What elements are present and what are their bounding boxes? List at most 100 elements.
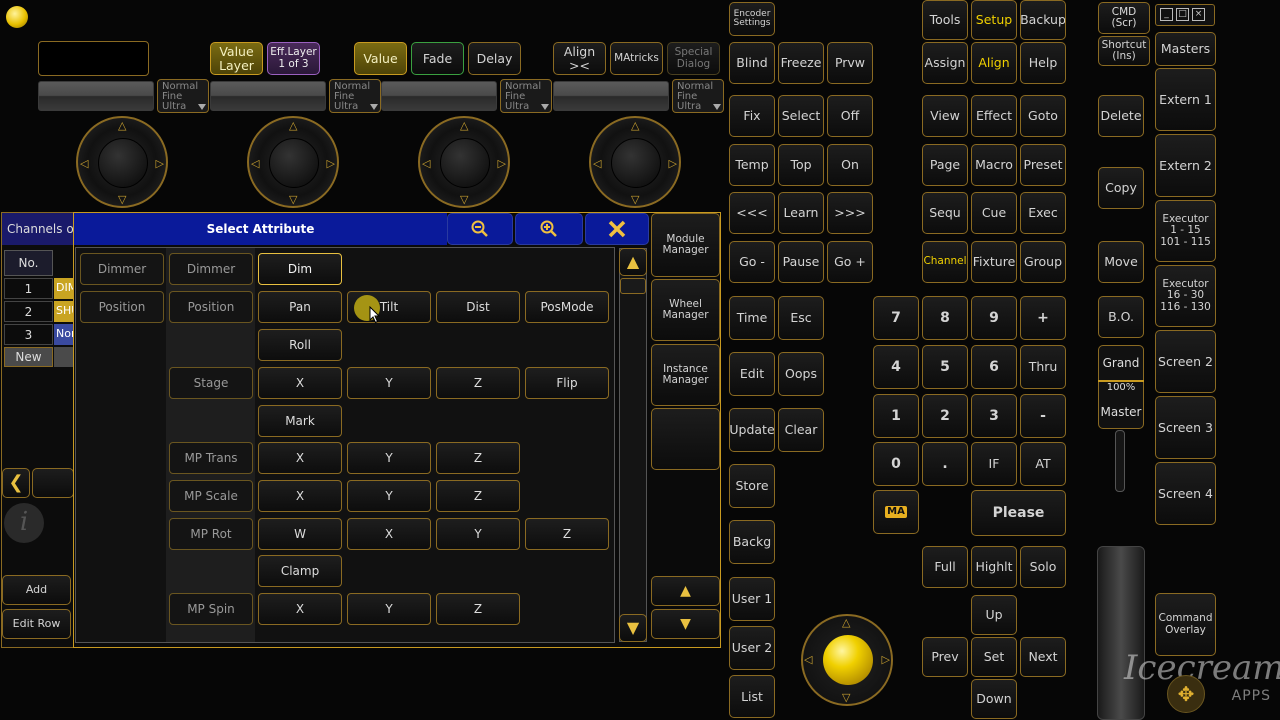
zoom-out-button[interactable]: [447, 213, 513, 245]
backg-key[interactable]: Backg: [729, 520, 775, 564]
blind-key[interactable]: Blind: [729, 42, 775, 84]
attribute-dist[interactable]: Dist: [436, 291, 520, 323]
on-key[interactable]: On: [827, 144, 873, 186]
feature-dimmer[interactable]: Dimmer: [169, 253, 253, 285]
page-key[interactable]: Page: [922, 144, 968, 186]
command-overlay-button[interactable]: Command Overlay: [1155, 593, 1216, 656]
key-9[interactable]: 9: [971, 296, 1017, 340]
attribute-stage-z[interactable]: Z: [436, 367, 520, 399]
value-button[interactable]: Value: [354, 42, 407, 75]
attribute-dim[interactable]: Dim: [258, 253, 342, 285]
attribute-stage-x[interactable]: X: [258, 367, 342, 399]
prev-page-key[interactable]: <<<: [729, 192, 775, 234]
feature-position[interactable]: Position: [169, 291, 253, 323]
encoder-fader-4[interactable]: [553, 81, 669, 111]
encoder-3[interactable]: △ ▽ ◁ ▷: [418, 116, 510, 208]
delay-button[interactable]: Delay: [468, 42, 521, 75]
dot-key[interactable]: .: [922, 442, 968, 486]
channel-key[interactable]: Channel: [922, 241, 968, 283]
off-key[interactable]: Off: [827, 95, 873, 137]
side-blank-button[interactable]: [651, 408, 720, 470]
up-key[interactable]: Up: [971, 595, 1017, 635]
matricks-button[interactable]: MAtricks: [610, 42, 663, 75]
special-dialog-button[interactable]: Special Dialog: [667, 42, 720, 75]
cue-key[interactable]: Cue: [971, 192, 1017, 234]
new-row-button[interactable]: New: [4, 347, 53, 367]
table-row[interactable]: 3 Non: [4, 324, 74, 346]
minus-key[interactable]: -: [1020, 394, 1066, 438]
top-key[interactable]: Top: [778, 144, 824, 186]
backup-key[interactable]: Backup: [1020, 0, 1066, 40]
resolution-mode-2[interactable]: Normal Fine Ultra: [329, 79, 381, 113]
attribute-mp-trans-x[interactable]: X: [258, 442, 342, 474]
attribute-posmode[interactable]: PosMode: [525, 291, 609, 323]
delete-button[interactable]: Delete: [1098, 95, 1144, 137]
add-button[interactable]: Add: [2, 575, 71, 605]
info-icon[interactable]: i: [4, 503, 44, 543]
key-8[interactable]: 8: [922, 296, 968, 340]
page-up-button[interactable]: ▲: [651, 576, 720, 606]
user2-key[interactable]: User 2: [729, 626, 775, 670]
feature-group-position[interactable]: Position: [80, 291, 164, 323]
store-key[interactable]: Store: [729, 464, 775, 508]
prvw-key[interactable]: Prvw: [827, 42, 873, 84]
module-manager-button[interactable]: Module Manager: [651, 213, 720, 277]
align-encoder-button[interactable]: Align ><: [553, 42, 606, 75]
encoder-4[interactable]: △ ▽ ◁ ▷: [589, 116, 681, 208]
attribute-flip[interactable]: Flip: [525, 367, 609, 399]
attribute-mp-rot-x[interactable]: X: [347, 518, 431, 550]
encoder-settings-button[interactable]: Encoder Settings: [729, 2, 775, 36]
dialog-scrollbar[interactable]: [619, 248, 647, 642]
next-key[interactable]: Next: [1020, 637, 1066, 677]
trackball[interactable]: △ ▽ ◁ ▷: [801, 614, 893, 706]
fix-key[interactable]: Fix: [729, 95, 775, 137]
close-window-icon[interactable]: ×: [1192, 8, 1205, 21]
attribute-clamp[interactable]: Clamp: [258, 555, 342, 587]
executor-page2-button[interactable]: Executor 16 - 30 116 - 130: [1155, 265, 1216, 327]
executor-page1-button[interactable]: Executor 1 - 15 101 - 115: [1155, 200, 1216, 262]
feature-mp-rot[interactable]: MP Rot: [169, 518, 253, 550]
table-row[interactable]: 1 DIM: [4, 278, 74, 300]
attribute-roll[interactable]: Roll: [258, 329, 342, 361]
key-5[interactable]: 5: [922, 345, 968, 389]
attribute-pan[interactable]: Pan: [258, 291, 342, 323]
attribute-mp-rot-y[interactable]: Y: [436, 518, 520, 550]
attribute-mp-scale-x[interactable]: X: [258, 480, 342, 512]
key-4[interactable]: 4: [873, 345, 919, 389]
attribute-mp-trans-y[interactable]: Y: [347, 442, 431, 474]
key-1[interactable]: 1: [873, 394, 919, 438]
list-key[interactable]: List: [729, 675, 775, 718]
grand-master-fader[interactable]: [1115, 430, 1125, 492]
page-down-button[interactable]: ▼: [651, 609, 720, 639]
fade-button[interactable]: Fade: [411, 42, 464, 75]
resolution-mode-1[interactable]: Normal Fine Ultra: [157, 79, 209, 113]
go-plus-key[interactable]: Go +: [827, 241, 873, 283]
attribute-mp-scale-z[interactable]: Z: [436, 480, 520, 512]
attribute-mp-rot-z[interactable]: Z: [525, 518, 609, 550]
assign-key[interactable]: Assign: [922, 42, 968, 84]
scroll-thumb[interactable]: [620, 278, 646, 294]
status-orb-icon[interactable]: [6, 6, 28, 28]
key-2[interactable]: 2: [922, 394, 968, 438]
pause-key[interactable]: Pause: [778, 241, 824, 283]
copy-button[interactable]: Copy: [1098, 167, 1144, 209]
feature-stage[interactable]: Stage: [169, 367, 253, 399]
scroll-left-button[interactable]: ❮: [2, 468, 30, 498]
freeze-key[interactable]: Freeze: [778, 42, 824, 84]
instance-manager-button[interactable]: Instance Manager: [651, 344, 720, 406]
attribute-mp-scale-y[interactable]: Y: [347, 480, 431, 512]
update-key[interactable]: Update: [729, 408, 775, 452]
key-7[interactable]: 7: [873, 296, 919, 340]
go-minus-key[interactable]: Go -: [729, 241, 775, 283]
scroll-up-button[interactable]: ▲: [619, 248, 647, 276]
attribute-stage-y[interactable]: Y: [347, 367, 431, 399]
attribute-mp-trans-z[interactable]: Z: [436, 442, 520, 474]
clear-key[interactable]: Clear: [778, 408, 824, 452]
feature-mp-scale[interactable]: MP Scale: [169, 480, 253, 512]
macro-key[interactable]: Macro: [971, 144, 1017, 186]
highlt-key[interactable]: Highlt: [971, 546, 1017, 588]
ma-key[interactable]: MA: [873, 490, 919, 534]
edit-row-button[interactable]: Edit Row: [2, 609, 71, 639]
channels-blank-button[interactable]: [32, 468, 74, 498]
attribute-mp-spin-y[interactable]: Y: [347, 593, 431, 625]
